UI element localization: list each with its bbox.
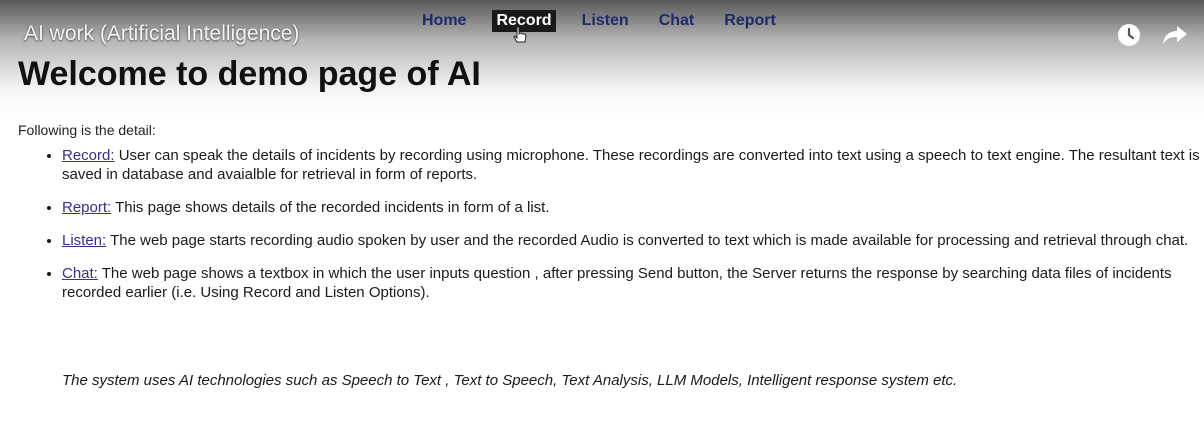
summary-text: The system uses AI technologies such as … xyxy=(62,372,958,389)
list-item: Chat: The web page shows a textbox in wh… xyxy=(62,264,1204,302)
list-item: Listen: The web page starts recording au… xyxy=(62,231,1204,250)
page-title: Welcome to demo page of AI xyxy=(18,55,481,93)
list-item: Record: User can speak the details of in… xyxy=(62,146,1204,184)
nav-listen[interactable]: Listen xyxy=(578,10,633,32)
intro-text: Following is the detail: xyxy=(18,122,156,138)
chat-link[interactable]: Chat: xyxy=(62,265,98,282)
nav-home[interactable]: Home xyxy=(418,10,470,32)
share-arrow-icon[interactable] xyxy=(1160,20,1190,50)
top-nav: Home Record Listen Chat Report xyxy=(418,8,802,34)
list-item-text: The web page starts recording audio spok… xyxy=(106,232,1189,249)
list-item-text: This page shows details of the recorded … xyxy=(111,199,550,216)
listen-link[interactable]: Listen: xyxy=(62,232,106,249)
clock-icon[interactable] xyxy=(1114,20,1144,50)
feature-list: Record: User can speak the details of in… xyxy=(26,146,1204,316)
video-title[interactable]: AI work (Artificial Intelligence) xyxy=(24,22,299,46)
hand-cursor-icon xyxy=(512,26,530,46)
nav-chat[interactable]: Chat xyxy=(655,10,699,32)
list-item-text: The web page shows a textbox in which th… xyxy=(62,265,1172,301)
record-link[interactable]: Record: xyxy=(62,147,115,164)
report-link[interactable]: Report: xyxy=(62,199,111,216)
nav-report[interactable]: Report xyxy=(720,10,780,32)
list-item-text: User can speak the details of incidents … xyxy=(62,147,1200,183)
list-item: Report: This page shows details of the r… xyxy=(62,198,1204,217)
